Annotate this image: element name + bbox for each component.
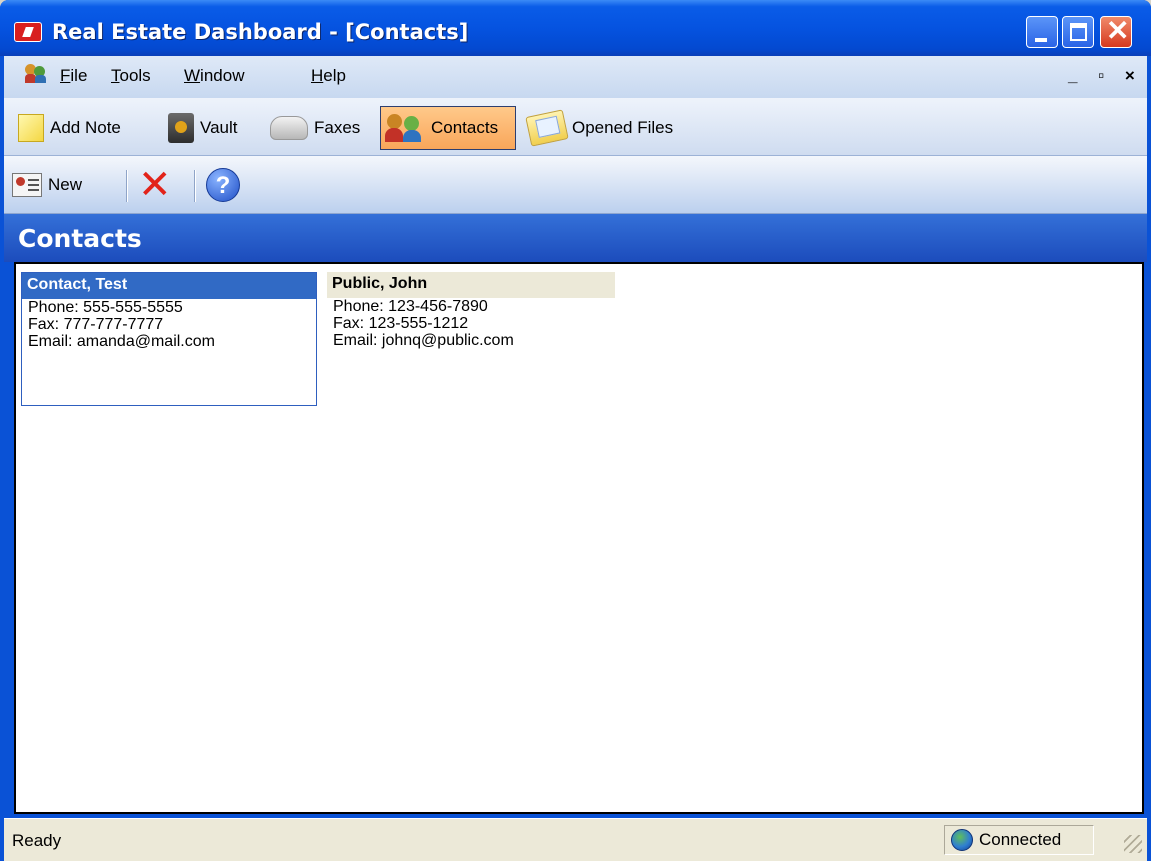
mdi-window-controls[interactable]: _ ▫ × — [1068, 66, 1143, 86]
app-logo-icon — [14, 22, 42, 42]
contact-name: Public, John — [327, 272, 615, 298]
window-title: Real Estate Dashboard - [Contacts] — [52, 20, 469, 44]
contact-card[interactable]: Public, John Phone: 123-456-7890 Fax: 12… — [327, 272, 623, 349]
menu-window[interactable]: Window — [184, 66, 244, 86]
contact-phone: Phone: 555-555-5555 — [28, 299, 183, 316]
contact-card[interactable]: Contact, Test Phone: 555-555-5555 Fax: 7… — [21, 272, 317, 406]
action-toolbar: New ✕ ? — [4, 156, 1147, 214]
connection-label: Connected — [979, 830, 1062, 849]
close-button[interactable]: ✕ — [1100, 15, 1132, 48]
contacts-menu-icon[interactable] — [25, 64, 47, 84]
menu-tools[interactable]: Tools — [111, 66, 151, 86]
maximize-button[interactable] — [1062, 16, 1094, 48]
toolbar-separator — [126, 170, 127, 202]
faxes-button[interactable]: Faxes — [266, 106, 364, 150]
help-button[interactable]: ? — [206, 168, 240, 202]
close-icon: ✕ — [1106, 15, 1130, 46]
contact-name: Contact, Test — [22, 273, 316, 299]
contact-fax: Fax: 777-777-7777 — [28, 316, 164, 333]
contact-email: Email: amanda@mail.com — [28, 333, 215, 350]
contacts-people-icon — [385, 113, 425, 143]
contacts-panel: Contact, Test Phone: 555-555-5555 Fax: 7… — [14, 262, 1144, 814]
app-window: Real Estate Dashboard - [Contacts] ✕ Fil… — [0, 0, 1151, 861]
menu-file[interactable]: File — [60, 66, 87, 86]
sticky-note-icon — [18, 114, 44, 142]
navigation-toolbar: Add Note Vault Faxes Contacts Opened Fil… — [4, 98, 1147, 156]
contact-email: Email: johnq@public.com — [333, 332, 514, 349]
open-folder-icon — [525, 109, 569, 147]
title-bar[interactable]: Real Estate Dashboard - [Contacts] ✕ — [0, 0, 1151, 56]
vault-safe-icon — [168, 113, 194, 143]
menu-help[interactable]: Help — [311, 66, 346, 86]
fax-machine-icon — [270, 116, 308, 140]
new-contact-button[interactable]: New — [12, 168, 82, 202]
section-title: Contacts — [4, 214, 1147, 262]
contact-fax: Fax: 123-555-1212 — [333, 315, 469, 332]
help-question-icon: ? — [206, 168, 240, 202]
contacts-nav-button[interactable]: Contacts — [380, 106, 516, 150]
vault-button[interactable]: Vault — [164, 106, 242, 150]
resize-grip[interactable] — [1124, 835, 1142, 853]
status-text: Ready — [12, 831, 62, 850]
status-bar: Ready Connected — [4, 818, 1147, 861]
minimize-button[interactable] — [1026, 16, 1058, 48]
connection-status: Connected — [944, 825, 1094, 855]
maximize-icon — [1070, 23, 1087, 41]
contact-phone: Phone: 123-456-7890 — [333, 298, 488, 315]
menu-bar: File Tools Window Help _ ▫ × — [4, 56, 1147, 98]
add-note-button[interactable]: Add Note — [14, 106, 125, 150]
minimize-icon — [1035, 38, 1047, 42]
delete-contact-button[interactable]: ✕ — [138, 162, 172, 208]
globe-icon — [951, 829, 973, 851]
contact-card-icon — [12, 173, 42, 197]
toolbar-separator — [194, 170, 195, 202]
delete-x-icon: ✕ — [138, 162, 172, 208]
opened-files-button[interactable]: Opened Files — [524, 106, 677, 150]
